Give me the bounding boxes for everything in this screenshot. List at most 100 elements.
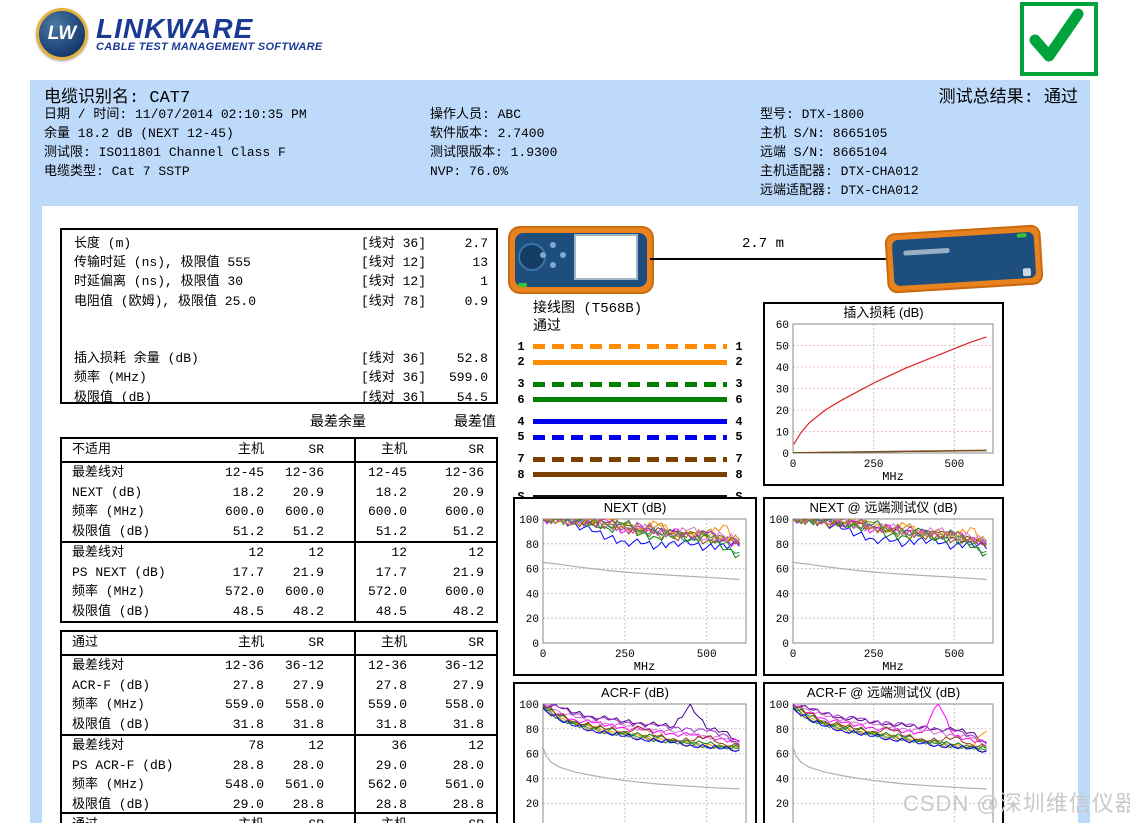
summary-row [62,330,496,349]
check-icon [1024,6,1086,64]
x-tick-label: 500 [944,649,964,661]
table-row: 频率 (MHz)572.0600.0572.0600.0 [62,582,496,602]
x-tick-label: 500 [944,459,964,471]
cell-value: 51.2 [212,522,264,542]
cell-value: 27.8 [212,676,264,696]
cell-value: 29.0 [324,756,407,776]
cell-value: 12-45 [324,463,407,483]
wiremap-pin-row: 66 [514,392,746,408]
x-tick-label: 0 [790,459,797,471]
worst-value-caption: 最差值 [406,411,496,431]
cell-value: 48.5 [212,602,264,622]
table-status-label: 通过 [62,632,212,654]
summary-label: 插入损耗 余量 (dB) [74,349,316,368]
chart-canvas: ACR-F (dB)0204060801000250500MHz [515,684,755,823]
main-tester-image [508,226,654,294]
row-label: 频率 (MHz) [62,582,212,602]
column-header: 主机 [212,632,264,654]
cable-type: 电缆类型: Cat 7 SSTP [44,162,307,181]
cell-value: 12 [264,736,324,756]
next-table: 不适用主机SR主机SR最差线对12-4512-3612-4512-36NEXT … [60,437,498,623]
plot-area [793,704,987,789]
row-label: 频率 (MHz) [62,775,212,795]
cell-value: 600.0 [264,582,324,602]
row-label: 最差线对 [62,543,212,563]
main-adapter: 主机适配器: DTX-CHA012 [760,162,919,181]
length-delay-summary-box: 长度 (m)[线对 36]2.7传输时延 (ns), 极限值 555[线对 12… [60,228,498,404]
cell-value: 572.0 [212,582,264,602]
chart-title: 插入损耗 (dB) [843,305,923,320]
chart-canvas: 插入损耗 (dB)01020304050600250500MHz [765,304,1002,484]
cell-value: 36 [324,736,407,756]
cell-value: 558.0 [407,695,484,715]
date-time: 日期 / 时间: 11/07/2014 02:10:35 PM [44,105,307,124]
x-tick-label: 0 [790,649,797,661]
pin-number-right: 6 [732,393,746,407]
column-header: 主机 [212,439,264,461]
summary-pair [316,330,426,349]
table-row: 极限值 (dB)31.831.831.831.8 [62,715,496,735]
y-tick-label: 10 [776,428,789,440]
summary-row: 电阻值 (欧姆), 极限值 25.0[线对 78]0.9 [62,292,496,311]
cell-value: 18.2 [324,483,407,503]
chart-trace [794,337,987,445]
pin-number-left: 4 [514,415,528,429]
summary-value: 52.8 [426,349,488,368]
summary-value: 13 [426,253,488,272]
next-chart: NEXT (dB)0204060801000250500MHz [513,497,757,676]
x-tick-label: 500 [697,649,717,661]
overall-result: 测试总结果: 通过 [939,82,1078,108]
pin-number-right: 3 [732,377,746,391]
pin-number-right: 2 [732,355,746,369]
x-tick-label: 250 [615,649,635,661]
acrf-table: 通过主机SR主机SR最差线对12-3636-1212-3636-12ACR-F … [60,630,498,816]
chart-title: ACR-F (dB) [601,685,669,700]
summary-label: 时延偏离 (ns), 极限值 30 [74,272,316,291]
y-tick-label: 60 [776,565,789,577]
cell-value: 28.0 [407,756,484,776]
summary-label [74,311,316,330]
cell-value: 21.9 [264,563,324,583]
wiremap-pin-row: 11 [514,339,746,355]
y-tick-label: 40 [776,589,789,601]
cell-value: 31.8 [264,715,324,735]
cell-value: 12-36 [212,656,264,676]
summary-row: 长度 (m)[线对 36]2.7 [62,234,496,253]
row-label: 最差线对 [62,656,212,676]
y-tick-label: 20 [526,614,539,626]
summary-pair: [线对 78] [316,292,426,311]
cell-value: 12 [407,736,484,756]
cell-value: 559.0 [324,695,407,715]
x-tick-label: 0 [540,649,547,661]
cell-value: 12 [212,543,264,563]
table-row: 频率 (MHz)600.0600.0600.0600.0 [62,502,496,522]
summary-row [62,311,496,330]
worst-captions: 最差余量 最差值 [60,411,498,433]
cell-value: 572.0 [324,582,407,602]
pin-number-left: 1 [514,340,528,354]
summary-value [426,330,488,349]
table-row: PS NEXT (dB)17.721.917.721.9 [62,563,496,583]
summary-label: 极限值 (dB) [74,388,316,407]
plot-area [543,704,740,789]
summary-pair: [线对 12] [316,272,426,291]
remote-adapter: 远端适配器: DTX-CHA012 [760,181,919,200]
remote-led [1017,233,1027,238]
table-row: 极限值 (dB)51.251.251.251.2 [62,522,496,542]
summary-label: 传输时延 (ns), 极限值 555 [74,253,316,272]
chart-trace [793,519,987,556]
y-tick-label: 20 [776,406,789,418]
linkware-logo: LW LINKWARE CABLE TEST MANAGEMENT SOFTWA… [36,8,323,60]
summary-row: 插入损耗 余量 (dB)[线对 36]52.8 [62,349,496,368]
tester-led [518,283,527,287]
cell-value: 17.7 [324,563,407,583]
table-group: 最差线对12-3636-1212-3636-12ACR-F (dB)27.827… [62,656,496,734]
cell-value: 600.0 [264,502,324,522]
cell-value: 20.9 [264,483,324,503]
summary-value: 1 [426,272,488,291]
summary-row: 传输时延 (ns), 极限值 555[线对 12]13 [62,253,496,272]
wiremap-pin-row: 55 [514,430,746,446]
y-tick-label: 0 [782,449,789,461]
pin-number-left: 3 [514,377,528,391]
wiremap-pin-row: 33 [514,377,746,393]
